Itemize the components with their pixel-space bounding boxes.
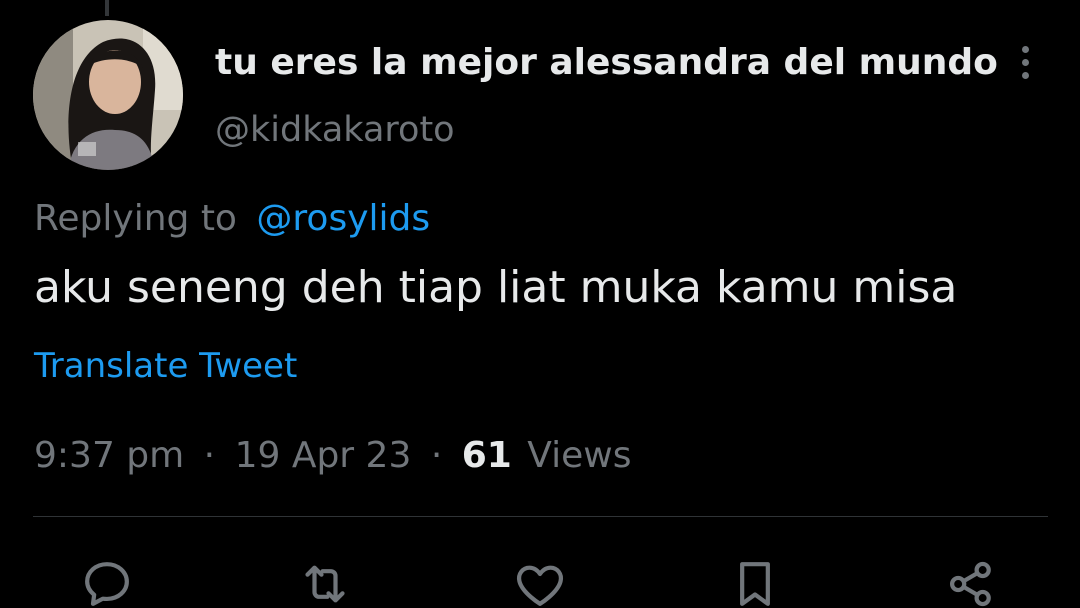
author-display-name[interactable]: tu eres la mejor alessandra del mundo — [215, 42, 998, 83]
meta-separator: · — [430, 435, 443, 476]
replying-to: Replying to @rosylids — [34, 198, 430, 239]
more-options-icon[interactable] — [1010, 46, 1040, 86]
tweet-time[interactable]: 9:37 pm — [34, 435, 184, 476]
translate-tweet-link[interactable]: Translate Tweet — [34, 346, 297, 386]
share-icon — [950, 561, 991, 607]
author-handle[interactable]: @kidkakaroto — [215, 110, 455, 150]
tweet-meta: 9:37 pm · 19 Apr 23 · 61 Views — [34, 435, 631, 476]
like-icon — [516, 565, 564, 606]
bookmark-button[interactable] — [727, 556, 783, 608]
replying-to-label: Replying to — [34, 198, 237, 239]
views-label[interactable]: Views — [527, 435, 631, 476]
retweet-button[interactable] — [297, 556, 353, 608]
like-button[interactable] — [512, 556, 568, 608]
retweet-icon — [305, 565, 345, 603]
divider — [33, 516, 1048, 517]
avatar-image — [33, 20, 183, 170]
tweet-detail: tu eres la mejor alessandra del mundo @k… — [0, 0, 1080, 608]
avatar[interactable] — [33, 20, 183, 170]
reply-icon — [85, 562, 129, 606]
meta-separator: · — [203, 435, 216, 476]
reply-mention-link[interactable]: @rosylids — [256, 198, 430, 239]
share-button[interactable] — [943, 556, 999, 608]
reply-button[interactable] — [79, 556, 135, 608]
bookmark-icon — [740, 562, 770, 606]
tweet-date[interactable]: 19 Apr 23 — [235, 435, 412, 476]
tweet-text: aku seneng deh tiap liat muka kamu misa — [34, 262, 958, 313]
thread-connector-line — [105, 0, 109, 16]
views-count[interactable]: 61 — [462, 435, 512, 476]
